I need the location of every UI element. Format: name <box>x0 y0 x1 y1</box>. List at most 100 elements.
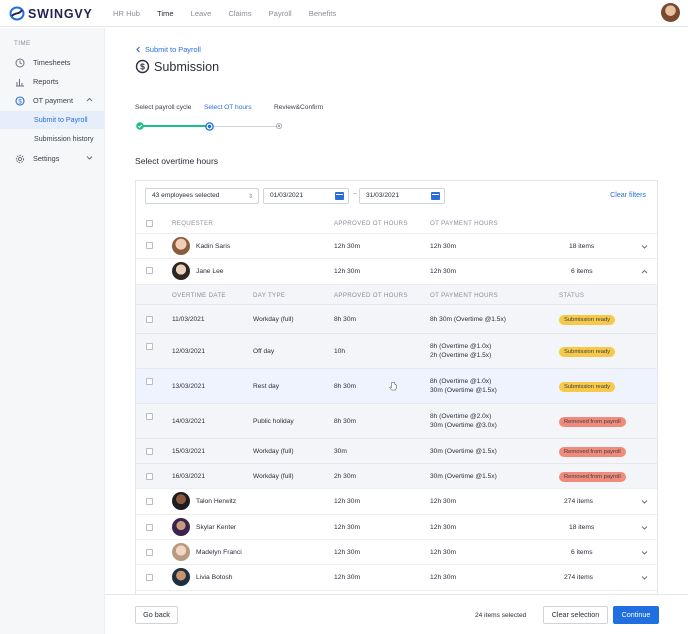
nav-benefits[interactable]: Benefits <box>309 0 336 27</box>
date-from-input[interactable]: 01/03/2021 <box>263 188 349 204</box>
user-avatar[interactable] <box>661 3 680 22</box>
row-checkbox[interactable] <box>146 316 153 323</box>
chevron-left-icon <box>136 46 140 53</box>
date-separator: – <box>353 190 357 197</box>
main-nav: HR Hub Time Leave Claims Payroll Benefit… <box>113 0 353 27</box>
sidebar: TIME Timesheets Reports $ OT payment Sub… <box>0 28 105 634</box>
row-checkbox[interactable] <box>146 242 153 249</box>
table-row[interactable]: Kadin Saris 12h 30m 12h 30m 18 items <box>136 233 657 258</box>
approved-ot-hours: 12h 30m <box>334 549 361 556</box>
col-overtime-date: OVERTIME DATE <box>172 292 226 299</box>
step-select-ot-hours[interactable]: Select OT hours <box>204 104 252 111</box>
item-count: 6 items <box>571 549 593 556</box>
row-checkbox[interactable] <box>146 549 153 556</box>
status-badge: Removed from payroll <box>559 472 626 482</box>
status-badge: Submission ready <box>559 315 616 325</box>
ot-payment-hours: 8h (Overtime @1.0x) <box>430 343 492 350</box>
sub-table-row[interactable]: 13/03/2021 Rest day 8h 30m 8h (Overtime … <box>136 368 657 403</box>
back-link[interactable]: Submit to Payroll <box>135 45 201 54</box>
day-type: Workday (full) <box>253 448 294 455</box>
item-count: 274 items <box>564 574 593 581</box>
nav-hr-hub[interactable]: HR Hub <box>113 0 140 27</box>
ot-payment-hours: 30m (Overtime @1.5x) <box>430 448 497 455</box>
sub-table-row[interactable]: 15/03/2021 Workday (full) 30m 30m (Overt… <box>136 438 657 463</box>
overtime-date: 14/03/2021 <box>172 418 206 425</box>
sidebar-subitem-submit-to-payroll[interactable]: Submit to Payroll <box>0 111 104 129</box>
approved-ot-hours: 12h 30m <box>334 498 361 505</box>
requester-name: Jane Lee <box>196 268 224 275</box>
continue-button[interactable]: Continue <box>613 606 659 624</box>
employees-select[interactable]: 43 employees selected ⇕ <box>145 188 259 204</box>
row-checkbox[interactable] <box>146 524 153 531</box>
table-row[interactable]: Livia Botosh 12h 30m 12h 30m 274 items <box>136 564 657 590</box>
sidebar-item-timesheets[interactable]: Timesheets <box>0 53 104 72</box>
day-type: Workday (full) <box>253 316 294 323</box>
sub-table-row[interactable]: 12/03/2021 Off day 10h 8h (Overtime @1.0… <box>136 333 657 368</box>
step-select-payroll-cycle[interactable]: Select payroll cycle <box>135 104 191 111</box>
overtime-date: 12/03/2021 <box>172 348 206 355</box>
row-checkbox[interactable] <box>146 574 153 581</box>
item-count: 6 items <box>571 268 593 275</box>
avatar <box>172 492 190 510</box>
approved-ot-hours: 12h 30m <box>334 268 361 275</box>
brand-logo[interactable]: SWINGVY <box>9 6 93 21</box>
select-all-checkbox[interactable] <box>146 220 153 227</box>
row-checkbox[interactable] <box>146 448 153 455</box>
day-type: Public holiday <box>253 418 294 425</box>
chevron-up-icon[interactable] <box>641 268 648 275</box>
nav-payroll[interactable]: Payroll <box>269 0 292 27</box>
date-to-input[interactable]: 31/03/2021 <box>359 188 445 204</box>
chevron-up-icon[interactable] <box>86 96 93 103</box>
gear-icon <box>15 154 25 164</box>
approved-ot-hours: 8h 30m <box>334 383 356 390</box>
ot-payment-hours: 30m (Overtime @3.0x) <box>430 422 497 429</box>
sidebar-item-reports[interactable]: Reports <box>0 72 104 91</box>
chevron-down-icon[interactable] <box>641 524 648 531</box>
ot-payment-hours: 12h 30m <box>430 498 457 505</box>
nav-leave[interactable]: Leave <box>191 0 212 27</box>
row-checkbox[interactable] <box>146 378 153 385</box>
ot-payment-hours: 12h 30m <box>430 574 457 581</box>
dollar-circle-icon: $ <box>15 95 25 106</box>
step-pending-icon <box>276 123 282 129</box>
sub-table-row[interactable]: 11/03/2021 Workday (full) 8h 30m 8h 30m … <box>136 304 657 333</box>
ot-hours-table: 43 employees selected ⇕ 01/03/2021 – 31/… <box>135 180 658 634</box>
row-checkbox[interactable] <box>146 343 153 350</box>
row-checkbox[interactable] <box>146 498 153 505</box>
row-checkbox[interactable] <box>146 413 153 420</box>
clear-selection-button[interactable]: Clear selection <box>543 606 608 624</box>
approved-ot-hours: 12h 30m <box>334 574 361 581</box>
chevron-down-icon[interactable] <box>641 574 648 581</box>
calendar-icon[interactable] <box>431 192 440 200</box>
sub-table-row[interactable]: 14/03/2021 Public holiday 8h 30m 8h (Ove… <box>136 403 657 438</box>
status-badge: Removed from payroll <box>559 417 626 427</box>
chevron-down-icon[interactable] <box>641 243 648 250</box>
main-content: Submit to Payroll $ Submission Select pa… <box>105 28 688 634</box>
sub-table-header: OVERTIME DATE DAY TYPE APPROVED OT HOURS… <box>136 284 657 304</box>
table-row[interactable]: Jane Lee 12h 30m 12h 30m 6 items <box>136 258 657 284</box>
sidebar-item-ot-payment[interactable]: $ OT payment <box>0 91 104 110</box>
calendar-icon[interactable] <box>335 192 344 200</box>
employees-select-value: 43 employees selected <box>152 192 220 199</box>
chevron-down-icon[interactable] <box>86 154 93 161</box>
go-back-button[interactable]: Go back <box>135 606 178 624</box>
nav-claims[interactable]: Claims <box>228 0 251 27</box>
nav-time[interactable]: Time <box>157 0 174 27</box>
sub-table-row[interactable]: 16/03/2021 Workday (full) 2h 30m 30m (Ov… <box>136 463 657 488</box>
table-row[interactable]: Madelyn Franci 12h 30m 12h 30m 6 items <box>136 539 657 564</box>
sidebar-item-settings[interactable]: Settings <box>0 149 104 168</box>
table-row[interactable]: Talon Herwitz 12h 30m 12h 30m 274 items <box>136 488 657 514</box>
clear-filters-link[interactable]: Clear filters <box>610 191 646 199</box>
table-header: REQUESTER APPROVED OT HOURS OT PAYMENT H… <box>136 214 657 233</box>
chevron-down-icon[interactable] <box>641 498 648 505</box>
row-checkbox[interactable] <box>146 473 153 480</box>
row-checkbox[interactable] <box>146 267 153 274</box>
sidebar-subitem-submission-history[interactable]: Submission history <box>0 130 104 148</box>
stepper-progress-done <box>140 125 209 127</box>
section-title: Select overtime hours <box>135 156 219 166</box>
table-row[interactable]: Skylar Kenter 12h 30m 12h 30m 18 items <box>136 514 657 539</box>
col-requester: REQUESTER <box>172 220 214 227</box>
avatar <box>172 518 190 536</box>
chevron-down-icon[interactable] <box>641 549 648 556</box>
date-to-value: 31/03/2021 <box>366 192 400 199</box>
